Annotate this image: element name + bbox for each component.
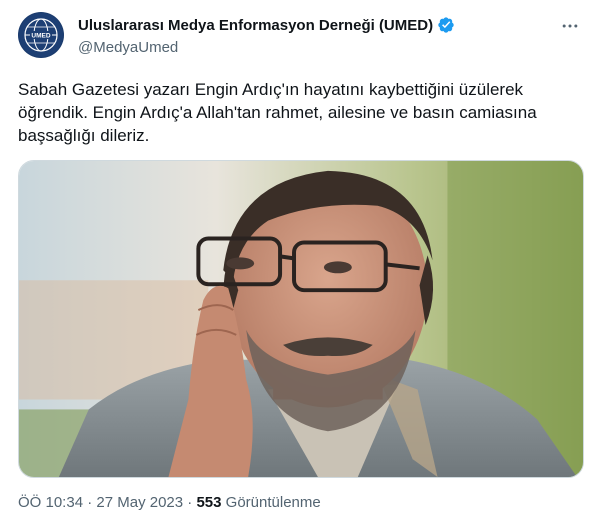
avatar-logo-text: UMED: [31, 33, 50, 40]
tweet-time[interactable]: ÖÖ 10:34: [18, 494, 83, 511]
tweet-text: Sabah Gazetesi yazarı Engin Ardıç'ın hay…: [18, 80, 537, 145]
verified-badge-icon: [437, 16, 455, 34]
tweet-photo[interactable]: [18, 160, 584, 478]
meta-separator: ·: [87, 494, 93, 511]
tweet-date[interactable]: 27 May 2023: [96, 494, 183, 511]
umed-logo-icon: UMED: [19, 13, 63, 57]
tweet-meta: ÖÖ 10:34 · 27 May 2023 · 553 Görüntülenm…: [18, 494, 321, 511]
name-row: Uluslararası Medya Enformasyon Derneği (…: [78, 15, 455, 35]
portrait-photo-illustration: [19, 161, 583, 477]
more-options-icon[interactable]: [558, 14, 582, 38]
views-count: 553: [196, 494, 222, 511]
profile-avatar[interactable]: UMED: [18, 12, 64, 58]
views-label: Görüntülenme: [225, 494, 321, 511]
tweet-header: Uluslararası Medya Enformasyon Derneği (…: [78, 15, 455, 56]
user-handle[interactable]: @MedyaUmed: [78, 39, 455, 56]
display-name[interactable]: Uluslararası Medya Enformasyon Derneği (…: [78, 17, 433, 34]
meta-separator-2: ·: [187, 494, 193, 511]
tweet-card: UMED Uluslararası Medya Enformasyon Dern…: [0, 0, 594, 527]
